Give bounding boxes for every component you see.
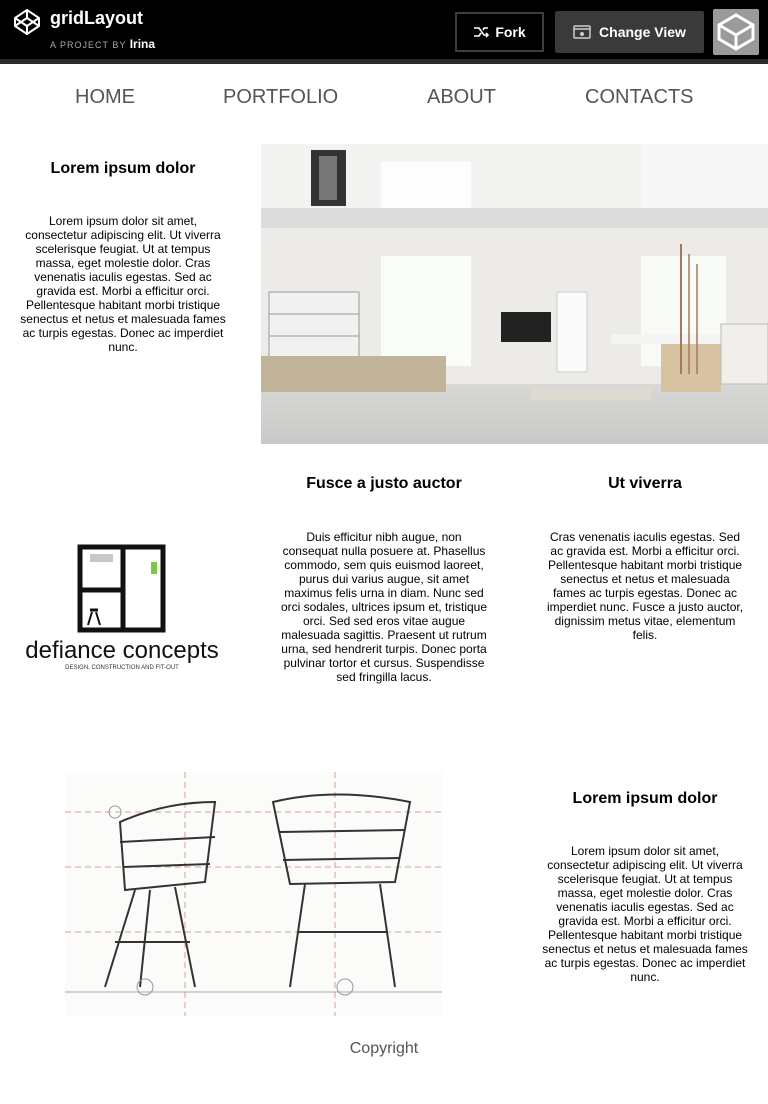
defiance-concepts-logo: defiance concepts DESIGN, CONSTRUCTION A… (20, 540, 225, 675)
avatar[interactable] (713, 9, 759, 55)
codepen-logo-icon[interactable] (13, 8, 41, 36)
avatar-image (713, 9, 759, 55)
footer-copyright: Copyright (349, 1040, 419, 1057)
intro-heading: Lorem ipsum dolor (50, 160, 196, 177)
fork-icon (474, 27, 490, 38)
pen-byline: A PROJECT BY Irina (50, 37, 155, 51)
fork-button[interactable]: Fork (455, 12, 544, 52)
byline-prefix: A PROJECT BY (50, 40, 127, 50)
fusce-text: Duis efficitur nibh augue, non consequat… (280, 530, 488, 684)
main-nav: HOME PORTFOLIO ABOUT CONTACTS (0, 86, 768, 116)
codepen-header: gridLayout A PROJECT BY Irina Fork Chang… (0, 0, 768, 64)
outro-heading: Lorem ipsum dolor (572, 790, 718, 807)
outro-text: Lorem ipsum dolor sit amet, consectetur … (542, 844, 748, 984)
pen-title[interactable]: gridLayout (50, 8, 143, 29)
fork-label: Fork (495, 24, 526, 40)
change-view-button[interactable]: Change View (555, 11, 704, 53)
nav-item-about[interactable]: ABOUT (427, 86, 496, 109)
chair-sketch-image (65, 772, 442, 1016)
nav-item-contacts[interactable]: CONTACTS (585, 86, 694, 109)
change-view-icon (573, 25, 591, 39)
nav-item-portfolio[interactable]: PORTFOLIO (223, 86, 338, 109)
logo-brand-text: defiance concepts (25, 637, 218, 664)
interior-photo (261, 144, 768, 444)
viverra-text: Cras venenatis iaculis egestas. Sed ac g… (546, 530, 744, 642)
intro-text: Lorem ipsum dolor sit amet, consectetur … (20, 214, 226, 354)
nav-item-home[interactable]: HOME (75, 86, 135, 109)
viverra-heading: Ut viverra (608, 475, 682, 492)
fusce-heading: Fusce a justo auctor (306, 475, 462, 492)
logo-tagline-text: DESIGN, CONSTRUCTION AND FIT-OUT (65, 665, 179, 671)
change-view-label: Change View (599, 24, 686, 40)
author-link[interactable]: Irina (130, 37, 155, 51)
